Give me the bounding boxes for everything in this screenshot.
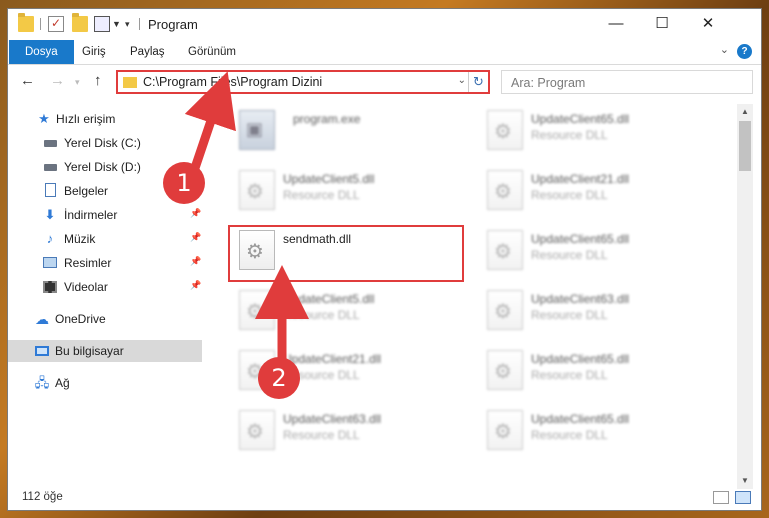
annotation-arrows [184, 71, 309, 363]
arrow-to-address-bar [184, 71, 236, 173]
step-badge-1: 1 [163, 162, 205, 204]
step-badge-2: 2 [258, 357, 300, 399]
